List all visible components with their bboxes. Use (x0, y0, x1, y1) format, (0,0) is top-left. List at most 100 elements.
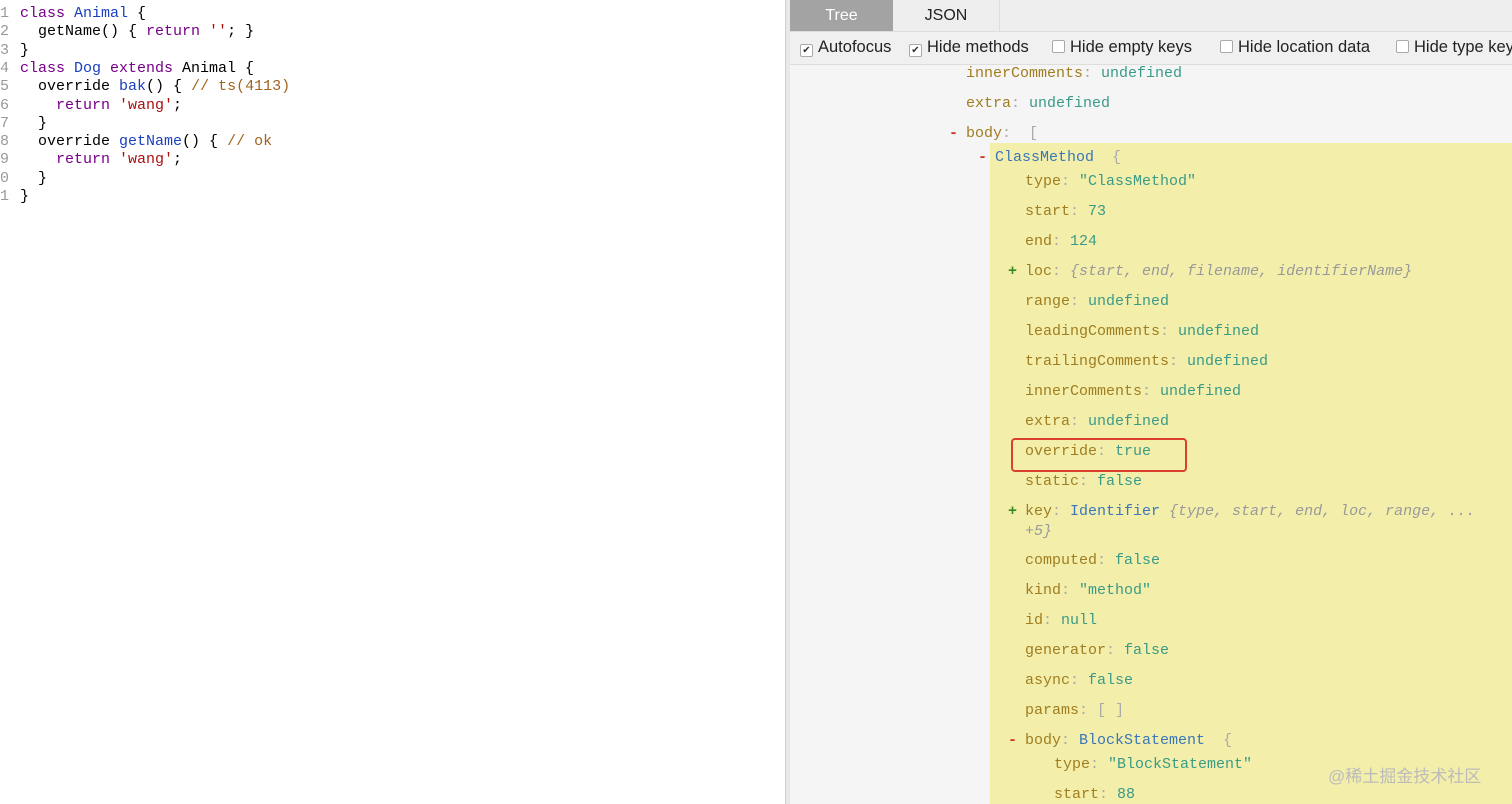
code-line: 3} (0, 42, 29, 60)
code-token: ; (173, 96, 183, 114)
node-value: undefined (1187, 353, 1269, 370)
node-key: computed (1025, 552, 1098, 569)
option-label: Hide methods (927, 38, 1029, 56)
option-hide-methods[interactable]: ✔ Hide methods (909, 38, 1029, 57)
colon: : (1160, 323, 1179, 340)
tree-node-start[interactable]: start: 88 (1054, 785, 1135, 804)
tree-node-range[interactable]: range: undefined (1025, 292, 1169, 312)
tree-node-id[interactable]: id: null (1025, 611, 1097, 631)
line-number: 1 (0, 188, 10, 205)
code-text: } (20, 42, 29, 60)
tree-node-start[interactable]: start: 73 (1025, 202, 1106, 222)
expand-icon[interactable]: + (1008, 262, 1017, 282)
tree-node-async[interactable]: async: false (1025, 671, 1133, 691)
checkbox[interactable]: ✔ (909, 44, 922, 57)
node-value: {start, end, filename, identifierName} (1070, 263, 1413, 280)
node-value: "method" (1079, 582, 1152, 599)
tree-node-type[interactable]: type: "ClassMethod" (1025, 172, 1196, 192)
collapse-icon[interactable]: - (978, 148, 987, 168)
tree-node-extra[interactable]: extra: undefined (966, 94, 1110, 114)
node-value: false (1115, 552, 1161, 569)
tree-node-generator[interactable]: generator: false (1025, 641, 1169, 661)
tree-node-body[interactable]: - body: [ (949, 124, 1039, 144)
code-token: getName() { (20, 23, 147, 41)
code-token: } (20, 114, 48, 132)
ast-panel: Tree JSON ✔ Autofocus ✔ Hide methods Hide em… (790, 0, 1512, 804)
code-line: 7 } (0, 115, 47, 133)
tree-node-end[interactable]: end: 124 (1025, 232, 1097, 252)
tab-tree[interactable]: Tree (790, 0, 893, 31)
tree-node-params[interactable]: params: [ ] (1025, 701, 1124, 721)
tree-node-static[interactable]: static: false (1025, 472, 1142, 492)
tree-node-key[interactable]: + key: Identifier {type, start, end, loc,… (1008, 502, 1475, 540)
code-token: 'wang' (119, 96, 174, 114)
option-label: Hide location data (1238, 38, 1371, 56)
tab-json[interactable]: JSON (893, 0, 1000, 31)
tree-node-trailingcomments[interactable]: trailingComments: undefined (1025, 352, 1268, 372)
node-key: static (1025, 473, 1080, 490)
code-token: override (20, 133, 120, 151)
expand-icon[interactable]: + (1008, 502, 1017, 522)
code-token: // ts(4113) (191, 78, 291, 96)
line-number: 2 (0, 23, 10, 41)
code-token: ; } (227, 23, 255, 41)
collapse-icon[interactable]: - (1008, 731, 1017, 751)
node-key: leadingComments (1025, 323, 1161, 340)
checkbox[interactable] (1220, 40, 1233, 53)
node-value: BlockStatement (1079, 732, 1206, 749)
code-line: 8 override getName() { // ok (0, 133, 272, 151)
tree-node-innercomments[interactable]: innerComments: undefined (1025, 382, 1241, 402)
checkbox[interactable] (1052, 40, 1065, 53)
code-line: 0 } (0, 170, 47, 188)
code-token: Animal { (182, 59, 255, 77)
node-key: innerComments (966, 65, 1084, 82)
ast-tree[interactable]: innerComments: undefined extra: undefined… (790, 65, 1512, 804)
tree-node-computed[interactable]: computed: false (1025, 551, 1160, 571)
colon: : (1099, 786, 1118, 803)
colon: : (1052, 263, 1071, 280)
node-value: false (1088, 672, 1134, 689)
node-value: 73 (1088, 203, 1107, 220)
node-value: [ (1020, 125, 1039, 142)
checkbox[interactable]: ✔ (800, 44, 813, 57)
option-autofocus[interactable]: ✔ Autofocus (800, 38, 891, 57)
option-hide-empty-keys[interactable]: Hide empty keys (1052, 38, 1192, 57)
node-key: end (1025, 233, 1053, 250)
collapse-icon[interactable]: - (949, 124, 958, 144)
node-key: range (1025, 293, 1071, 310)
tree-node-extra[interactable]: extra: undefined (1025, 412, 1169, 432)
colon: : (1061, 732, 1080, 749)
node-key: key (1025, 503, 1053, 520)
tree-node-classmethod[interactable]: - ClassMethod { (978, 148, 1122, 168)
code-token: override (20, 78, 120, 96)
node-key: id (1025, 612, 1044, 629)
code-line: 2 getName() { return ''; } (0, 23, 254, 41)
option-hide-type-keys[interactable]: Hide type keys (1396, 38, 1512, 57)
node-summary: { (1094, 149, 1122, 166)
colon: : (1002, 125, 1021, 142)
line-number: 9 (0, 151, 10, 169)
node-key: innerComments (1025, 383, 1143, 400)
option-label: Hide type keys (1414, 38, 1512, 56)
node-value: undefined (1088, 293, 1170, 310)
node-key: body (966, 125, 1003, 142)
option-label: Hide empty keys (1070, 38, 1192, 56)
colon: : (1142, 383, 1161, 400)
code-line: 5 override bak() { // ts(4113) (0, 78, 290, 96)
checkbox[interactable] (1396, 40, 1409, 53)
code-editor[interactable]: 1 class Animal {2 getName() { return ''; … (0, 0, 785, 804)
code-line: 9 return 'wang'; (0, 151, 182, 169)
tree-node-body[interactable]: - body: BlockStatement { (1008, 731, 1232, 751)
code-text: } (20, 188, 29, 206)
tree-node-leadingcomments[interactable]: leadingComments: undefined (1025, 322, 1259, 342)
colon: : (1061, 582, 1080, 599)
tree-node-type[interactable]: type: "BlockStatement" (1054, 755, 1252, 775)
code-line: 6 return 'wang'; (0, 97, 182, 115)
tree-node-innercomments[interactable]: innerComments: undefined (966, 64, 1182, 84)
option-hide-location-data[interactable]: Hide location data (1220, 38, 1370, 57)
tree-node-kind[interactable]: kind: "method" (1025, 581, 1151, 601)
tree-node-loc[interactable]: + loc: {start, end, filename, identifierN… (1008, 262, 1413, 282)
colon: : (1169, 353, 1188, 370)
code-token: 'wang' (119, 151, 174, 169)
node-value: Identifier (1070, 503, 1161, 520)
